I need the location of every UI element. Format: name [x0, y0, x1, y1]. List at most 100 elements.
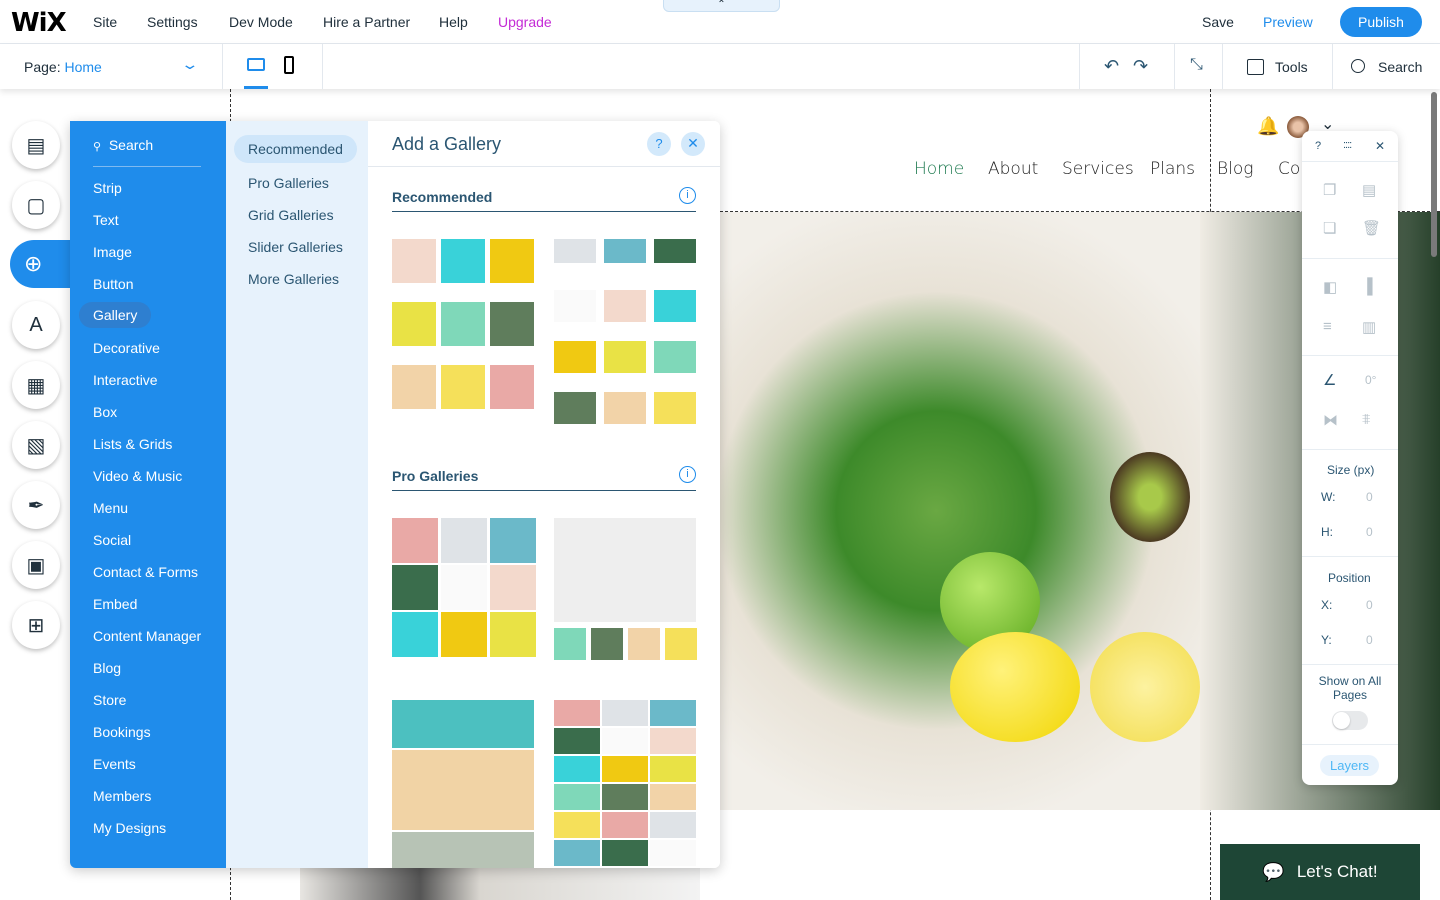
copy-icon[interactable]: ❐ — [1323, 181, 1336, 199]
drag-handle-icon[interactable]: :::: — [1343, 139, 1352, 151]
gallery-thumbnail[interactable] — [441, 518, 487, 563]
category-store[interactable]: Store — [93, 692, 126, 708]
page-selector[interactable]: Page: Home ⌄ — [24, 56, 204, 75]
menu-settings[interactable]: Settings — [147, 14, 198, 30]
info-icon[interactable]: i — [679, 466, 696, 483]
gallery-thumbnail[interactable] — [604, 239, 646, 263]
publish-button[interactable]: Publish — [1340, 7, 1422, 37]
category-lists-grids[interactable]: Lists & Grids — [93, 436, 172, 452]
gallery-thumbnail[interactable] — [392, 565, 438, 610]
paste-icon[interactable]: ▤ — [1362, 181, 1376, 199]
gallery-thumbnail[interactable] — [654, 239, 696, 263]
flip-vertical-icon[interactable]: ⩨ — [1362, 411, 1370, 428]
gallery-thumbnail[interactable] — [650, 700, 696, 726]
height-input[interactable]: 0 — [1366, 525, 1373, 539]
desktop-view-icon[interactable] — [247, 58, 265, 71]
gallery-thumbnail[interactable] — [554, 700, 600, 726]
category-decorative[interactable]: Decorative — [93, 340, 160, 356]
pen-icon[interactable]: ✒ — [12, 481, 60, 529]
gallery-thumbnail[interactable] — [554, 392, 596, 424]
layers-button[interactable]: Layers — [1320, 755, 1380, 776]
portfolio-icon[interactable]: ⊞ — [12, 601, 60, 649]
gallery-thumbnail[interactable] — [654, 341, 696, 373]
flip-horizontal-icon[interactable]: ⧓ — [1323, 411, 1338, 429]
category-button[interactable]: Button — [93, 276, 133, 292]
gallery-thumbnail[interactable] — [628, 628, 660, 660]
collapse-topbar-button[interactable]: ⌃ — [663, 0, 780, 12]
gallery-thumbnail[interactable] — [554, 239, 596, 263]
menu-site[interactable]: Site — [93, 14, 117, 30]
gallery-thumbnail[interactable] — [392, 832, 534, 868]
category-text[interactable]: Text — [93, 212, 119, 228]
category-content-manager[interactable]: Content Manager — [93, 628, 201, 644]
category-blog[interactable]: Blog — [93, 660, 121, 676]
gallery-thumbnail[interactable] — [441, 612, 487, 657]
mobile-view-icon[interactable] — [284, 56, 294, 74]
gallery-thumbnail[interactable] — [554, 756, 600, 782]
gallery-thumbnail[interactable] — [490, 612, 536, 657]
gallery-thumbnail[interactable] — [554, 784, 600, 810]
close-button[interactable]: ✕ — [681, 132, 705, 156]
show-all-pages-toggle[interactable] — [1332, 711, 1368, 730]
tools-icon[interactable] — [1247, 59, 1264, 75]
media-icon[interactable]: ▧ — [12, 421, 60, 469]
search-icon[interactable] — [1351, 59, 1365, 73]
rotate-icon[interactable]: ∠ — [1323, 371, 1336, 389]
menu-dev-mode[interactable]: Dev Mode — [229, 14, 293, 30]
gallery-thumbnail[interactable] — [650, 756, 696, 782]
chat-button[interactable]: 💬 Let's Chat! — [1220, 844, 1420, 900]
gallery-thumbnail[interactable] — [554, 290, 596, 322]
gallery-thumbnail[interactable] — [441, 365, 485, 409]
gallery-thumbnail[interactable] — [604, 290, 646, 322]
subcategory-more-galleries[interactable]: More Galleries — [248, 271, 339, 287]
info-icon[interactable]: i — [679, 187, 696, 204]
gallery-thumbnail[interactable] — [490, 302, 534, 346]
help-button[interactable]: ? — [1315, 140, 1321, 152]
gallery-thumbnail[interactable] — [604, 341, 646, 373]
subcategory-slider-galleries[interactable]: Slider Galleries — [248, 239, 343, 255]
gallery-thumbnail[interactable] — [490, 518, 536, 563]
delete-icon[interactable]: 🗑 — [1362, 219, 1381, 237]
category-bookings[interactable]: Bookings — [93, 724, 151, 740]
gallery-thumbnail[interactable] — [392, 518, 438, 563]
scrollbar[interactable] — [1431, 92, 1437, 257]
gallery-thumbnail[interactable] — [650, 784, 696, 810]
theme-icon[interactable]: A — [12, 301, 60, 349]
gallery-thumbnail[interactable] — [654, 290, 696, 322]
gallery-thumbnail[interactable] — [650, 728, 696, 754]
gallery-thumbnail[interactable] — [554, 628, 586, 660]
gallery-thumbnail[interactable] — [441, 239, 485, 283]
site-nav-about[interactable]: About — [988, 159, 1038, 179]
gallery-thumbnail[interactable] — [654, 392, 696, 424]
gallery-thumbnail[interactable] — [392, 612, 438, 657]
bell-icon[interactable]: 🔔 — [1257, 116, 1279, 137]
subcategory-grid-galleries[interactable]: Grid Galleries — [248, 207, 334, 223]
gallery-thumbnail[interactable] — [602, 756, 648, 782]
bookings-icon[interactable]: ▣ — [12, 541, 60, 589]
category-menu[interactable]: Menu — [93, 500, 128, 516]
category-interactive[interactable]: Interactive — [93, 372, 158, 388]
gallery-thumbnail[interactable] — [441, 565, 487, 610]
category-video-music[interactable]: Video & Music — [93, 468, 182, 484]
category-contact-forms[interactable]: Contact & Forms — [93, 564, 198, 580]
align-icon[interactable]: ▐ — [1362, 278, 1373, 295]
category-members[interactable]: Members — [93, 788, 151, 804]
hero-image[interactable] — [720, 212, 1200, 810]
gallery-thumbnail[interactable] — [392, 302, 436, 346]
gallery-thumbnail[interactable] — [554, 518, 696, 622]
wix-logo[interactable]: WiX — [11, 8, 67, 38]
subcategory-recommended[interactable]: Recommended — [234, 135, 357, 163]
gallery-thumbnail[interactable] — [602, 728, 648, 754]
distribute-icon[interactable]: ≡ — [1323, 318, 1332, 335]
gallery-thumbnail[interactable] — [441, 302, 485, 346]
gallery-thumbnail[interactable] — [602, 784, 648, 810]
gallery-thumbnail[interactable] — [392, 239, 436, 283]
menu-help[interactable]: Help — [439, 14, 468, 30]
gallery-thumbnail[interactable] — [591, 628, 623, 660]
zoom-out-icon[interactable]: ⤡ — [1190, 56, 1203, 74]
gallery-thumbnail[interactable] — [490, 365, 534, 409]
gallery-thumbnail[interactable] — [490, 565, 536, 610]
save-button[interactable]: Save — [1202, 14, 1234, 30]
width-input[interactable]: 0 — [1366, 490, 1373, 504]
gallery-thumbnail[interactable] — [602, 812, 648, 838]
